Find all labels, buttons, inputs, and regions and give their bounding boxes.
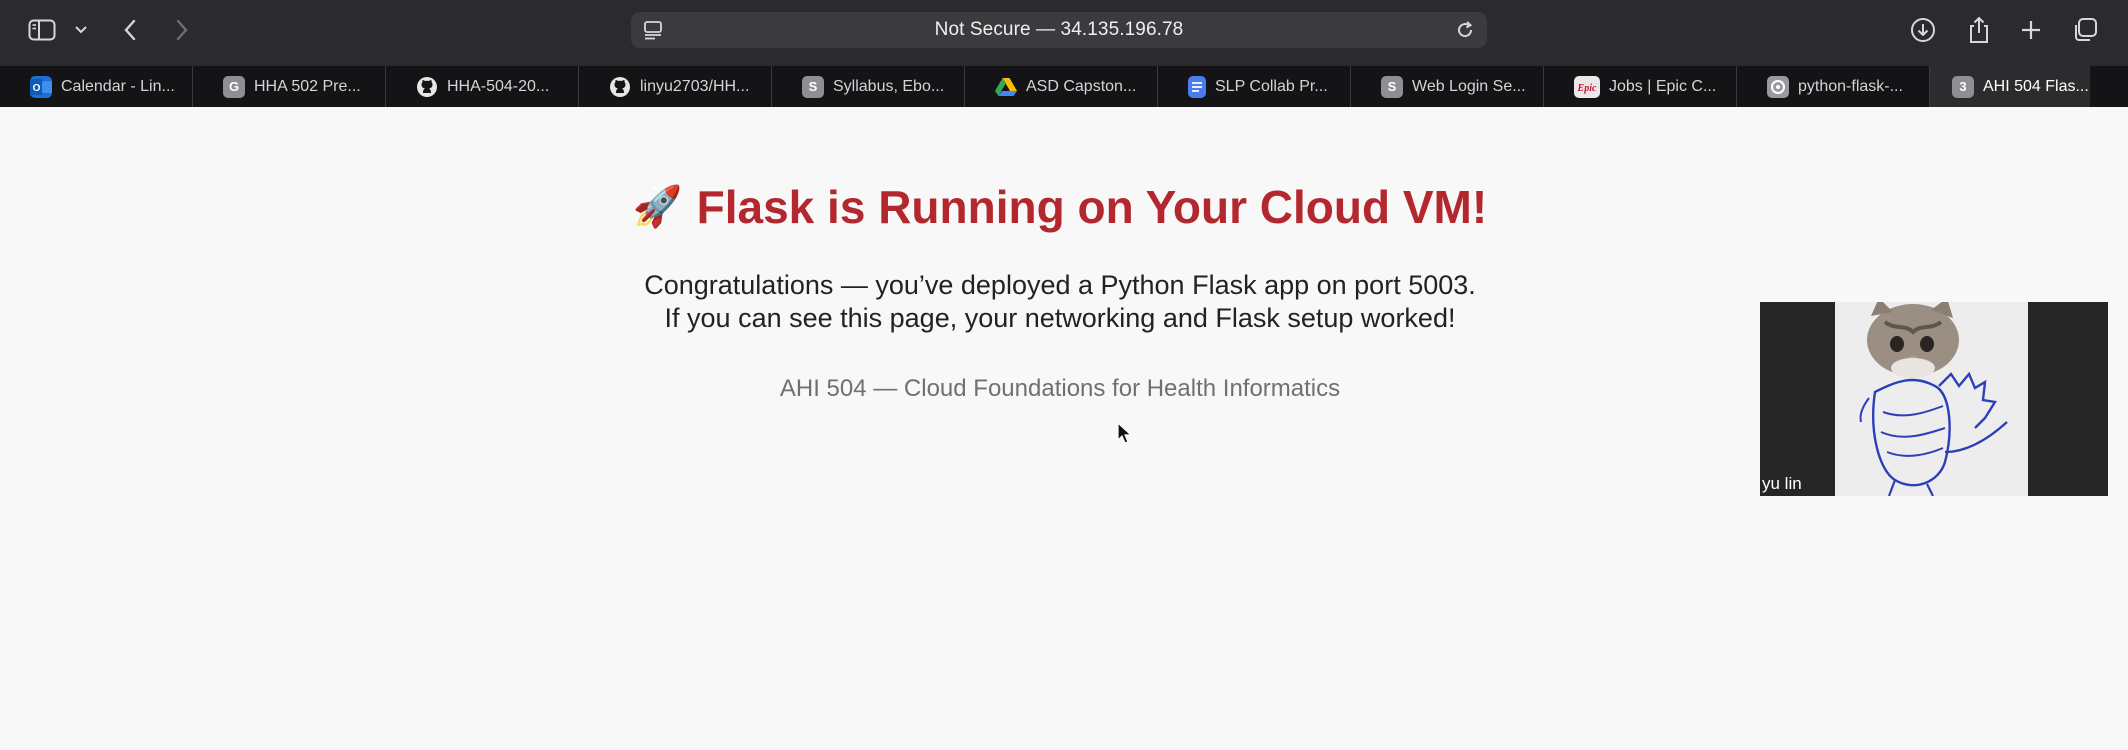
svg-text:O: O <box>33 83 41 94</box>
google-drive-icon <box>995 76 1017 98</box>
tab-hha-502[interactable]: G HHA 502 Pre... <box>193 66 386 107</box>
browser-toolbar: Not Secure — 34.135.196.78 <box>0 0 2128 66</box>
course-footer: AHI 504 — Cloud Foundations for Health I… <box>779 375 1341 402</box>
epic-icon: Epic <box>1574 75 1600 98</box>
generic-site-icon: 3 <box>1952 75 1974 98</box>
tab-epic-jobs[interactable]: Epic Jobs | Epic C... <box>1544 66 1737 107</box>
share-icon[interactable] <box>1964 13 1994 47</box>
participant-video <box>1835 302 2028 496</box>
tab-title: ASD Capston... <box>1026 77 1137 95</box>
tab-linyu-repo[interactable]: linyu2703/HH... <box>579 66 772 107</box>
tab-web-login[interactable]: S Web Login Se... <box>1351 66 1544 107</box>
address-bar[interactable]: Not Secure — 34.135.196.78 <box>631 12 1487 48</box>
tab-bar: O Calendar - Lin... G HHA 502 Pre... HHA… <box>0 66 2128 107</box>
congrats-line-2: If you can see this page, your networkin… <box>664 303 1456 333</box>
page-menu-icon[interactable] <box>643 20 665 45</box>
tab-python-flask[interactable]: python-flask-... <box>1737 66 1930 107</box>
sidebar-toggle-icon[interactable] <box>24 13 60 47</box>
generic-site-icon: G <box>223 75 245 98</box>
chevron-down-icon[interactable] <box>72 13 90 47</box>
main-content: 🚀 Flask is Running on Your Cloud VM! Con… <box>560 179 1560 403</box>
back-icon[interactable] <box>118 13 142 47</box>
download-icon[interactable] <box>1908 13 1938 47</box>
tab-title: HHA-504-20... <box>447 77 550 95</box>
tab-ahi-504-flask[interactable]: 3 AHI 504 Flas... <box>1930 66 2090 107</box>
svg-text:Epic: Epic <box>1577 83 1597 94</box>
tab-hha-504-repo[interactable]: HHA-504-20... <box>386 66 579 107</box>
tab-asd-capstone[interactable]: ASD Capston... <box>965 66 1158 107</box>
reload-icon[interactable] <box>1455 20 1475 45</box>
tab-title: AHI 504 Flas... <box>1983 77 2089 95</box>
new-tab-icon[interactable] <box>2018 13 2044 47</box>
google-docs-icon <box>1188 75 1206 98</box>
forward-icon[interactable] <box>170 13 194 47</box>
generic-site-icon: S <box>802 75 824 98</box>
rocket-icon: 🚀 <box>632 185 683 229</box>
tab-title: Jobs | Epic C... <box>1609 77 1717 95</box>
tab-title: Web Login Se... <box>1412 77 1526 95</box>
gear-site-icon <box>1767 75 1789 98</box>
generic-site-icon: S <box>1381 75 1403 98</box>
github-icon <box>416 76 438 98</box>
outlook-calendar-icon: O <box>30 75 52 98</box>
video-call-tile[interactable]: yu lin <box>1760 302 2108 496</box>
tab-syllabus[interactable]: S Syllabus, Ebo... <box>772 66 965 107</box>
github-icon <box>609 76 631 98</box>
cat-drawing-image <box>1835 302 2028 496</box>
tab-title: Calendar - Lin... <box>61 77 175 95</box>
headline-text: Flask is Running on Your Cloud VM! <box>696 181 1488 233</box>
tab-title: python-flask-... <box>1798 77 1903 95</box>
tab-title: HHA 502 Pre... <box>254 77 361 95</box>
tab-title: SLP Collab Pr... <box>1215 77 1328 95</box>
tab-slp-collab[interactable]: SLP Collab Pr... <box>1158 66 1351 107</box>
congrats-message: Congratulations — you’ve deployed a Pyth… <box>560 269 1560 335</box>
tab-overview-icon[interactable] <box>2070 13 2100 47</box>
tab-title: linyu2703/HH... <box>640 77 750 95</box>
tab-calendar[interactable]: O Calendar - Lin... <box>0 66 193 107</box>
mouse-cursor-icon <box>1117 421 1133 451</box>
web-page: 🚀 Flask is Running on Your Cloud VM! Con… <box>0 107 2128 750</box>
congrats-line-1: Congratulations — you’ve deployed a Pyth… <box>644 270 1476 300</box>
address-url[interactable]: Not Secure — 34.135.196.78 <box>935 19 1184 41</box>
tab-title: Syllabus, Ebo... <box>833 77 945 95</box>
participant-name: yu lin <box>1762 474 1802 493</box>
page-title: 🚀 Flask is Running on Your Cloud VM! <box>560 179 1560 235</box>
